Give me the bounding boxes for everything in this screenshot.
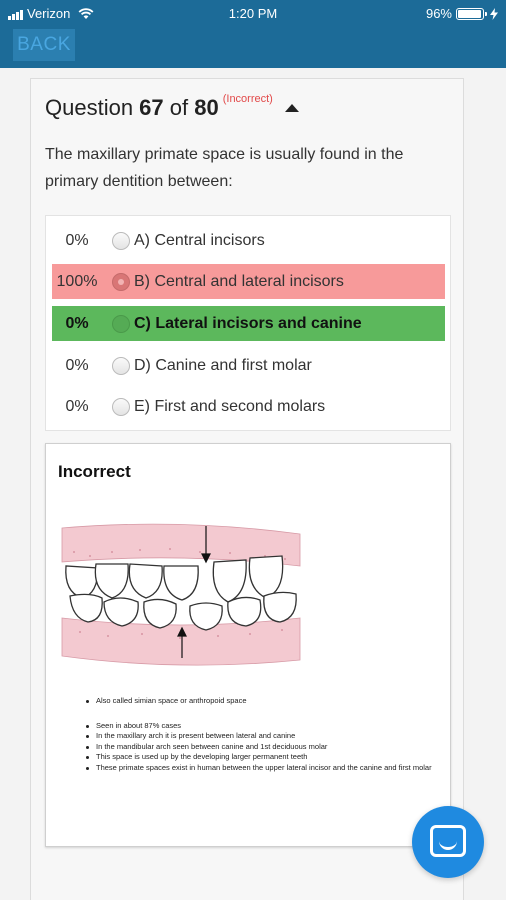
bolt-icon (490, 7, 498, 20)
option-b[interactable]: 100% B) Central and lateral incisors (52, 264, 445, 299)
question-text: The maxillary primate space is usually f… (45, 146, 404, 190)
feedback-bullet: In the mandibular arch seen between cani… (86, 742, 436, 753)
feedback-panel: Incorrect Also called simian space or an… (45, 443, 451, 847)
caret-up-icon[interactable] (284, 104, 299, 112)
option-percent: 0% (65, 314, 89, 332)
option-label: A) Central incisors (134, 231, 265, 249)
option-percent: 100% (56, 272, 98, 290)
option-e[interactable]: 0% E) First and second molars (52, 389, 445, 424)
question-title: Question 67 of 80 (45, 93, 219, 123)
option-percent: 0% (65, 356, 89, 374)
question-header: Question 67 of 80 (Incorrect) (45, 93, 299, 123)
option-label: C) Lateral incisors and canine (134, 314, 362, 332)
radio-button[interactable] (112, 356, 130, 375)
question-prefix: Question (45, 95, 140, 120)
chat-bubble-icon (430, 825, 466, 857)
question-number: 67 (139, 95, 164, 120)
option-percent: 0% (65, 231, 89, 249)
nav-bar: BACK (0, 28, 506, 68)
answer-options: 0% A) Central incisors 100% B) Central a… (45, 215, 451, 431)
option-a[interactable]: 0% A) Central incisors (52, 223, 445, 258)
option-label: D) Canine and first molar (134, 356, 312, 374)
feedback-bullet: Seen in about 87% cases (86, 721, 436, 732)
primate-space-teeth-illustration (61, 523, 301, 666)
option-c[interactable]: 0% C) Lateral incisors and canine (52, 306, 445, 341)
battery-percent: 96% (425, 6, 452, 21)
status-right: 96% (426, 6, 498, 21)
status-bar: Verizon 1:20 PM 96% (0, 0, 506, 28)
radio-button[interactable] (112, 231, 130, 250)
radio-button[interactable] (112, 314, 130, 333)
question-card: Question 67 of 80 (Incorrect) The maxill… (30, 78, 464, 900)
radio-button[interactable] (112, 397, 130, 416)
feedback-bullet: In the maxillary arch it is present betw… (86, 731, 436, 742)
feedback-bullet: This space is used up by the developing … (86, 752, 436, 763)
question-of: of (163, 95, 195, 120)
option-label: E) First and second molars (134, 397, 326, 415)
option-d[interactable]: 0% D) Canine and first molar (52, 348, 445, 383)
question-total: 80 (194, 95, 219, 120)
incorrect-status-label: (Incorrect) (222, 93, 273, 105)
feedback-bullet: Also called simian space or anthropoid s… (86, 696, 436, 707)
feedback-bullets: Also called simian space or anthropoid s… (86, 696, 436, 773)
chat-button[interactable] (412, 806, 484, 878)
feedback-title: Incorrect (58, 462, 131, 481)
back-button[interactable]: BACK (13, 29, 75, 61)
radio-button[interactable] (112, 272, 130, 291)
option-percent: 0% (65, 397, 89, 415)
option-label: B) Central and lateral incisors (134, 272, 344, 290)
battery-icon (456, 7, 487, 20)
feedback-bullet: These primate spaces exist in human betw… (86, 763, 436, 774)
